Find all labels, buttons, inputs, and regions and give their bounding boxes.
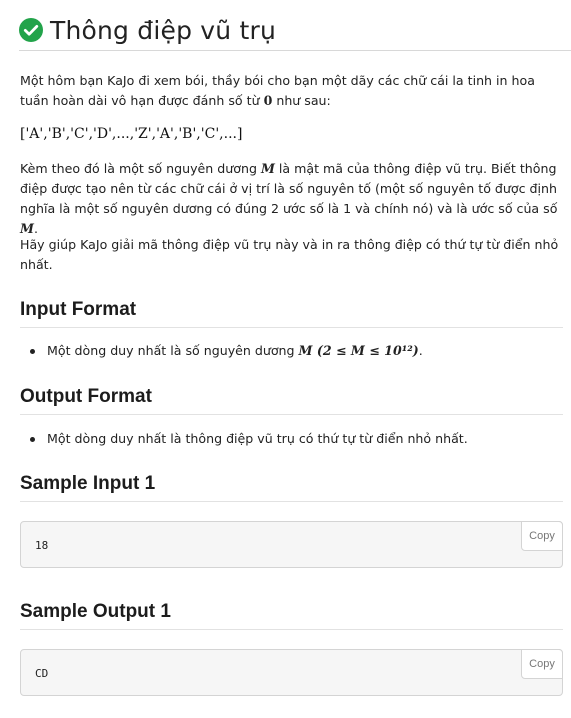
list-item: Một dòng duy nhất là số nguyên dương M (… [20, 341, 565, 361]
copy-button[interactable]: Copy [521, 521, 563, 551]
title-row: Thông điệp vũ trụ [19, 10, 571, 51]
input-format-heading: Input Format [20, 299, 563, 328]
statement-text: . [33, 221, 38, 236]
statement-paragraph-3: Hãy giúp KaJo giải mã thông điệp vũ trụ … [20, 237, 559, 272]
copy-button[interactable]: Copy [521, 649, 563, 679]
list-item: Một dòng duy nhất là thông điệp vũ trụ c… [20, 429, 565, 449]
math-constraint: M (2 ≤ M ≤ 10¹²) [298, 343, 419, 358]
bullet-dot [30, 349, 35, 354]
statement-text: như sau: [272, 93, 331, 108]
sample-output-heading: Sample Output 1 [20, 601, 563, 630]
statement-text: Kèm theo đó là một số nguyên dương [20, 161, 261, 176]
sample-input-content: 18 [35, 539, 49, 552]
bullet-text: Một dòng duy nhất là thông điệp vũ trụ c… [47, 431, 468, 446]
math-zero: 0 [263, 93, 273, 108]
statement-paragraph-2: Kèm theo đó là một số nguyên dương M là … [20, 159, 565, 239]
sample-output-box: CD Copy [20, 649, 563, 696]
problem-title: Thông điệp vũ trụ [50, 15, 276, 45]
sample-input-heading: Sample Input 1 [20, 473, 563, 502]
math-M: M [20, 221, 34, 236]
problem-page: Thông điệp vũ trụ Một hôm bạn KaJo đi xe… [0, 0, 571, 718]
output-format-heading: Output Format [20, 386, 563, 415]
check-circle-icon [19, 18, 43, 42]
bullet-dot [30, 437, 35, 442]
math-M: M [260, 161, 275, 176]
bullet-text: . [418, 343, 423, 358]
bullet-text: Một dòng duy nhất là số nguyên dương [47, 343, 299, 358]
statement-paragraph-1: Một hôm bạn KaJo đi xem bói, thầy bói ch… [20, 71, 565, 111]
input-format-list: Một dòng duy nhất là số nguyên dương M (… [20, 341, 565, 361]
output-format-list: Một dòng duy nhất là thông điệp vũ trụ c… [20, 429, 565, 449]
sample-output-content: CD [35, 667, 49, 680]
sample-input-box: 18 Copy [20, 521, 563, 568]
letter-sequence: ['A','B','C','D',...,'Z','A','B','C',...… [20, 126, 243, 142]
